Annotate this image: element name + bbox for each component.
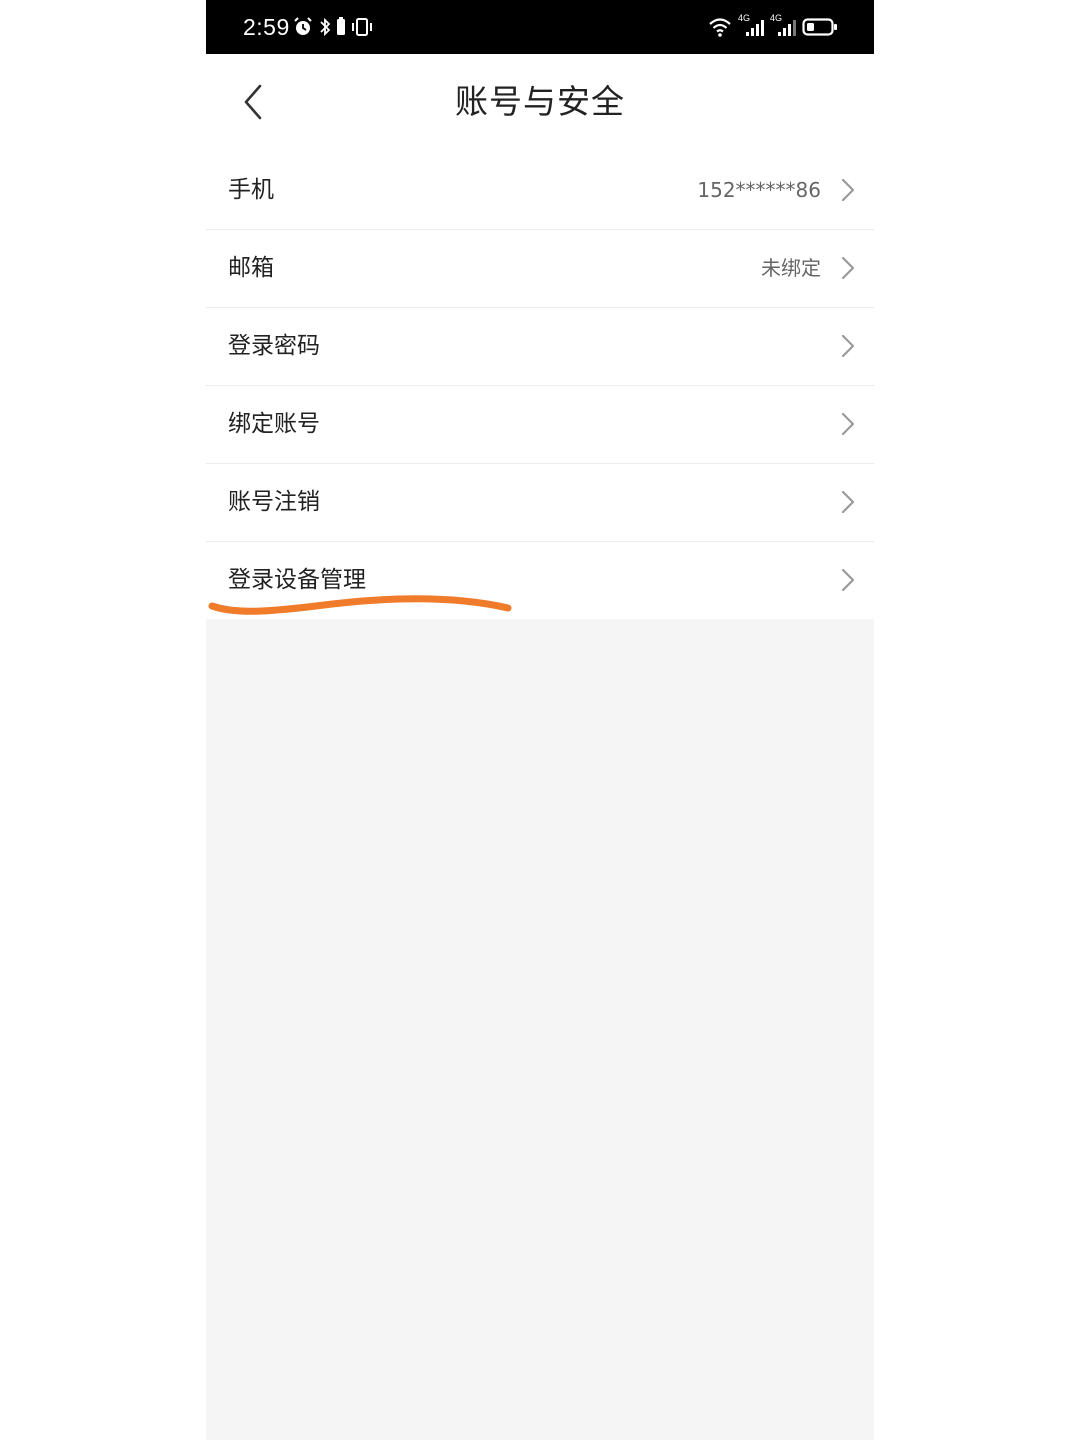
chevron-right-icon [841,568,855,592]
network-type-label: 4G [770,13,783,23]
chevron-right-icon [841,334,855,358]
signal-icon: 4G [770,13,796,38]
bluetooth-icon [318,16,332,38]
status-right-icons: 4G 4G [708,14,838,40]
settings-row-delete-account[interactable]: 账号注销 [206,464,874,542]
row-label: 绑定账号 [228,411,320,437]
chevron-right-icon [841,412,855,436]
row-label: 手机 [228,177,274,203]
row-label: 登录密码 [228,333,320,359]
row-label: 账号注销 [228,489,320,515]
settings-row-phone[interactable]: 手机 152******86 [206,152,874,230]
wifi-icon [708,16,732,38]
battery-small-icon [336,16,346,38]
phone-screen: 2:59 4G 4G 账号与安全 手机 152******86 邮箱 未绑定 登… [206,0,874,1440]
signal-icon: 4G [738,13,764,38]
alarm-icon [292,16,314,38]
row-value: 未绑定 [761,256,821,280]
row-value: 152******86 [697,178,821,202]
settings-row-device-management[interactable]: 登录设备管理 [206,542,874,619]
status-bar: 2:59 4G 4G [206,0,874,54]
battery-icon [802,16,838,38]
network-type-label: 4G [738,13,751,23]
settings-row-email[interactable]: 邮箱 未绑定 [206,230,874,308]
settings-row-linked-accounts[interactable]: 绑定账号 [206,386,874,464]
chevron-right-icon [841,178,855,202]
chevron-right-icon [841,490,855,514]
status-time: 2:59 [243,14,290,40]
nav-bar: 账号与安全 [206,54,874,152]
row-label: 登录设备管理 [228,567,366,593]
page-title: 账号与安全 [455,82,625,121]
row-label: 邮箱 [228,255,274,281]
settings-row-login-password[interactable]: 登录密码 [206,308,874,386]
vibrate-icon [350,16,374,38]
settings-list: 手机 152******86 邮箱 未绑定 登录密码 绑定账号 账号注销 登录设… [206,152,874,619]
page-content: 账号与安全 手机 152******86 邮箱 未绑定 登录密码 绑定账号 账号… [206,54,874,619]
chevron-right-icon [841,256,855,280]
status-left-icons [292,14,374,40]
